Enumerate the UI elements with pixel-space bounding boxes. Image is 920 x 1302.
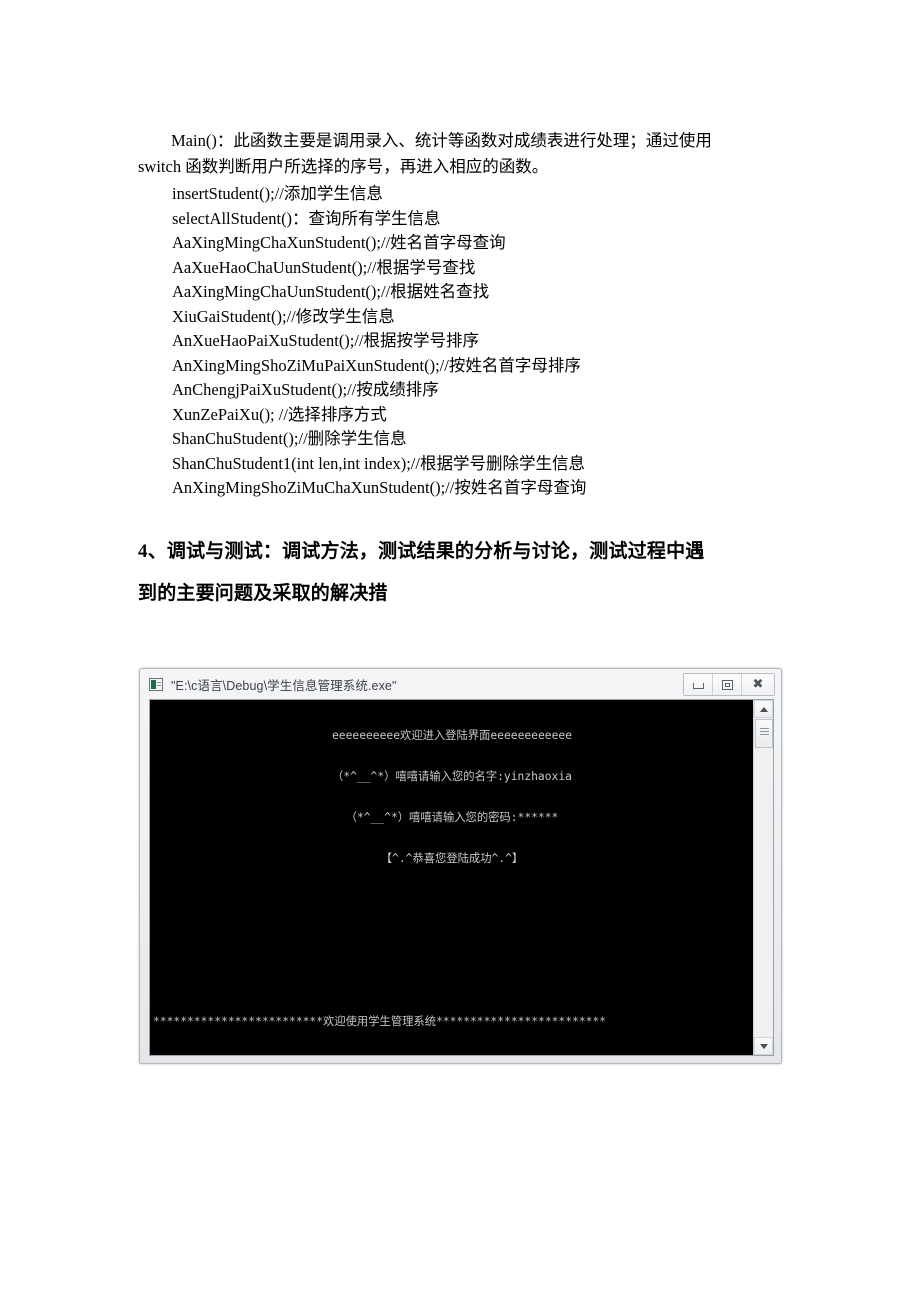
function-list-item: XunZePaiXu(); //选择排序方式 bbox=[172, 404, 387, 424]
function-list-item: AaXingMingChaXunStudent();//姓名首字母查询 bbox=[172, 233, 506, 252]
scroll-down-arrow[interactable] bbox=[754, 1037, 773, 1055]
function-list-item: ShanChuStudent1(int len,int index);//根据学… bbox=[172, 453, 585, 473]
function-list-item: ShanChuStudent();//删除学生信息 bbox=[172, 429, 407, 448]
console-text-buffer: eeeeeeeeee欢迎进入登陆界面eeeeeeeeeeee （*^__^*）嘻… bbox=[150, 700, 754, 1055]
section-heading-line-1: 4、调试与测试：调试方法，测试结果的分析与讨论，测试过程中遇 bbox=[138, 540, 705, 562]
console-window-screenshot: "E:\c语言\Debug\学生信息管理系统.exe" ✖ eeeeeeeeee… bbox=[139, 668, 782, 1064]
section-heading: 4、调试与测试：调试方法，测试结果的分析与讨论，测试过程中遇 到的主要问题及采取… bbox=[138, 531, 786, 615]
console-window-title: "E:\c语言\Debug\学生信息管理系统.exe" bbox=[171, 678, 397, 693]
minimize-icon bbox=[692, 683, 704, 689]
main-function-paragraph: Main()：此函数主要是调用录入、统计等函数对成绩表进行处理；通过使用 swi… bbox=[138, 128, 783, 180]
window-controls: ✖ bbox=[683, 673, 775, 696]
console-line-menu-banner: *************************欢迎使用学生管理系统*****… bbox=[153, 1014, 607, 1028]
console-line-blank bbox=[153, 933, 754, 947]
console-window-frame: "E:\c语言\Debug\学生信息管理系统.exe" ✖ eeeeeeeeee… bbox=[139, 668, 782, 1064]
console-line-blank bbox=[153, 974, 754, 988]
console-line-welcome-banner: eeeeeeeeee欢迎进入登陆界面eeeeeeeeeeee bbox=[331, 729, 572, 743]
function-list-item: insertStudent();//添加学生信息 bbox=[172, 184, 383, 203]
console-line-blank bbox=[153, 892, 754, 906]
console-line-login-success: 【^.^恭喜您登陆成功^.^】 bbox=[380, 851, 524, 865]
function-list-item: XiuGaiStudent();//修改学生信息 bbox=[172, 306, 395, 326]
triangle-down-icon bbox=[759, 1043, 768, 1049]
function-list-item: AaXingMingChaUunStudent();//根据姓名查找 bbox=[172, 282, 490, 301]
function-list-item: AnChengjPaiXuStudent();//按成绩排序 bbox=[172, 380, 439, 399]
function-list-item: AnXueHaoPaiXuStudent();//根据按学号排序 bbox=[172, 331, 480, 350]
console-output-area[interactable]: eeeeeeeeee欢迎进入登陆界面eeeeeeeeeeee （*^__^*）嘻… bbox=[149, 699, 774, 1056]
console-line-menu-row: 1.添加学生 2.删除学生 3.修改学生 4.按学号查找学生 bbox=[153, 1055, 754, 1056]
maximize-restore-button[interactable] bbox=[713, 674, 742, 695]
function-list-item: AnXingMingShoZiMuPaiXunStudent();//按姓名首字… bbox=[172, 355, 581, 375]
scroll-thumb[interactable] bbox=[755, 719, 773, 748]
scroll-up-arrow[interactable] bbox=[754, 700, 773, 718]
function-signature-list: insertStudent();//添加学生信息 selectAllStuden… bbox=[138, 182, 783, 501]
console-app-icon bbox=[149, 677, 163, 691]
console-line-password-prompt: （*^__^*）嘻嘻请输入您的密码:****** bbox=[345, 810, 559, 824]
main-paragraph-line-2: switch 函数判断用户所选择的序号，再进入相应的函数。 bbox=[138, 157, 549, 176]
console-vertical-scrollbar[interactable] bbox=[753, 700, 773, 1055]
function-list-item: AnXingMingShoZiMuChaXunStudent();//按姓名首字… bbox=[172, 478, 587, 497]
restore-icon bbox=[721, 679, 733, 690]
document-text-column: Main()：此函数主要是调用录入、统计等函数对成绩表进行处理；通过使用 swi… bbox=[138, 128, 783, 615]
function-list-item: selectAllStudent()：查询所有学生信息 bbox=[172, 208, 441, 228]
function-list-item: AaXueHaoChaUunStudent();//根据学号查找 bbox=[172, 257, 476, 277]
minimize-button[interactable] bbox=[684, 674, 713, 695]
document-page: Main()：此函数主要是调用录入、统计等函数对成绩表进行处理；通过使用 swi… bbox=[0, 0, 920, 1302]
console-line-name-prompt: （*^__^*）嘻嘻请输入您的名字:yinzhaoxia bbox=[332, 769, 572, 783]
section-heading-line-2: 到的主要问题及采取的解决措 bbox=[138, 582, 388, 604]
close-icon: ✖ bbox=[752, 677, 764, 692]
close-button[interactable]: ✖ bbox=[742, 674, 774, 695]
main-paragraph-line-1: Main()：此函数主要是调用录入、统计等函数对成绩表进行处理；通过使用 bbox=[171, 131, 712, 150]
triangle-up-icon bbox=[759, 706, 768, 712]
